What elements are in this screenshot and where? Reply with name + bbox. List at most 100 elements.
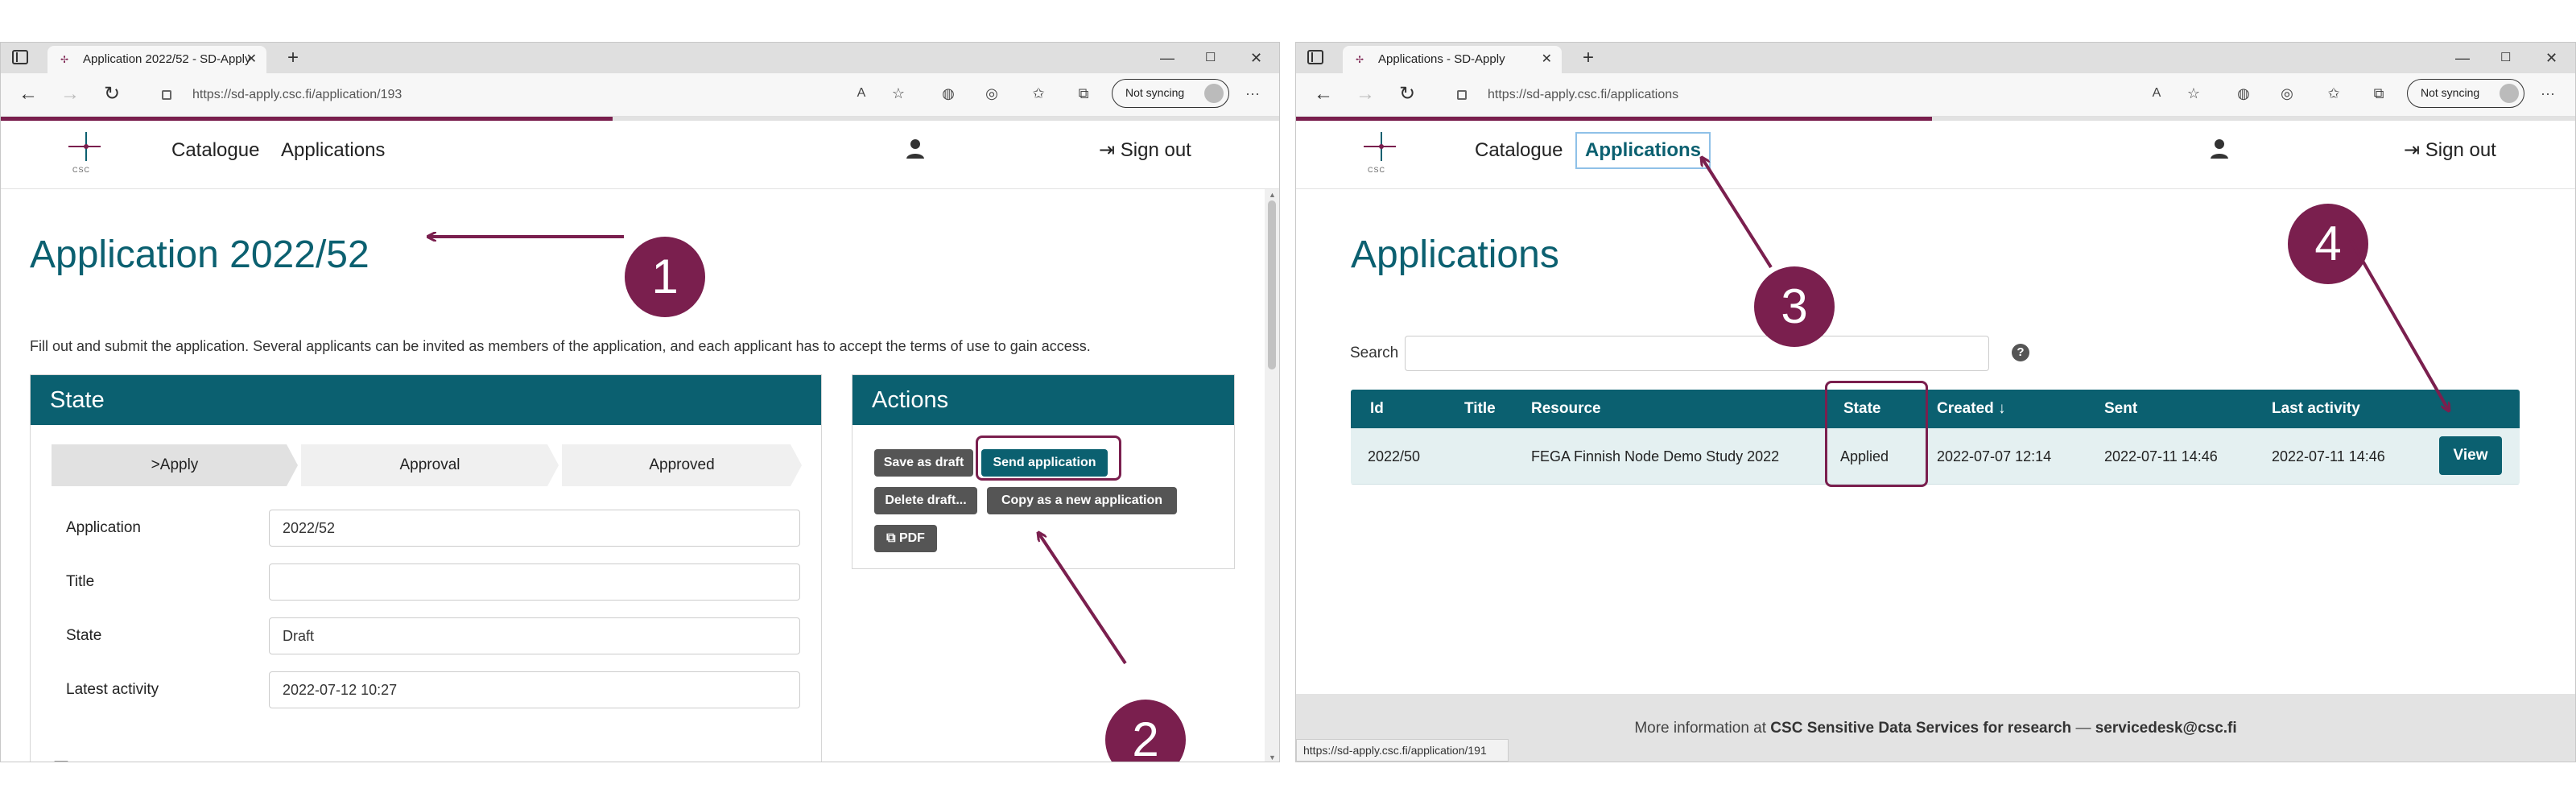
tab-actions-icon[interactable] <box>12 50 28 64</box>
footer-prefix: More information at <box>1634 720 1767 737</box>
field-value <box>269 564 800 601</box>
header-last-activity[interactable]: Last activity <box>2272 390 2360 428</box>
table-row[interactable]: 2022/50 FEGA Finnish Node Demo Study 202… <box>1351 428 2520 485</box>
new-tab-icon[interactable]: + <box>1583 47 1594 68</box>
lock-icon <box>1457 90 1467 100</box>
nav-catalogue-link[interactable]: Catalogue <box>1475 138 1563 163</box>
extension-icon[interactable]: ◎ <box>2278 85 2296 102</box>
sign-out-icon: ⇥ <box>2404 139 2425 161</box>
logo-text: CSC <box>72 166 91 174</box>
scrollbar[interactable]: ▲ ▼ <box>1265 189 1279 762</box>
forward-icon[interactable]: → <box>1356 83 1375 105</box>
field-label: Application <box>66 519 141 536</box>
events-heading: Events <box>52 754 131 762</box>
nav-applications-link[interactable]: Applications <box>1575 132 1711 169</box>
favorites-icon[interactable]: ✩ <box>1030 85 1047 102</box>
extension-globe-icon[interactable]: ◍ <box>2235 85 2252 102</box>
maximize-icon[interactable]: ☐ <box>2500 43 2511 73</box>
forward-icon[interactable]: → <box>60 83 80 105</box>
state-panel: State >Apply Approval Approved Applicati… <box>30 374 822 762</box>
browser-tab[interactable]: ✢ Application 2022/52 - SD-Apply ✕ <box>47 46 266 73</box>
refresh-icon[interactable]: ↻ <box>1399 83 1415 105</box>
more-menu-icon[interactable]: ··· <box>2539 85 2557 102</box>
view-button[interactable]: View <box>2439 436 2502 475</box>
field-state: State Draft <box>63 617 800 654</box>
extension-globe-icon[interactable]: ◍ <box>939 85 957 102</box>
callout-4: 4 <box>2288 204 2368 284</box>
logo-text: CSC <box>1368 166 1386 174</box>
scroll-thumb[interactable] <box>1268 200 1276 369</box>
extension-icon[interactable]: ◎ <box>983 85 1001 102</box>
maximize-icon[interactable]: ☐ <box>1205 43 1216 73</box>
csc-logo[interactable]: CSC <box>65 129 104 174</box>
user-icon[interactable] <box>2208 137 2231 161</box>
back-icon[interactable]: ← <box>19 83 38 105</box>
footer-email[interactable]: servicedesk@csc.fi <box>2095 720 2237 737</box>
site-header: CSC Catalogue Applications ⇥ Sign out <box>1296 121 2575 189</box>
more-menu-icon[interactable]: ··· <box>1244 85 1261 102</box>
field-title: Title <box>63 564 800 601</box>
refresh-icon[interactable]: ↻ <box>104 83 120 105</box>
nav-catalogue-link[interactable]: Catalogue <box>171 138 259 163</box>
close-window-icon[interactable]: ✕ <box>2545 43 2557 73</box>
collections-icon[interactable]: ⧉ <box>2370 85 2388 102</box>
profile-avatar <box>2500 84 2519 103</box>
header-created[interactable]: Created ↓ <box>1937 390 2006 428</box>
scroll-down-icon[interactable]: ▼ <box>1269 753 1276 762</box>
field-label: State <box>66 627 102 644</box>
field-latest-activity: Latest activity 2022-07-12 10:27 <box>63 671 800 708</box>
browser-window-left: ✢ Application 2022/52 - SD-Apply ✕ + — ☐… <box>0 42 1280 762</box>
help-icon[interactable]: ? <box>2012 344 2029 361</box>
scroll-up-icon[interactable]: ▲ <box>1269 191 1276 199</box>
new-tab-icon[interactable]: + <box>287 47 299 68</box>
header-resource[interactable]: Resource <box>1531 390 1601 428</box>
footer-link[interactable]: CSC Sensitive Data Services for research <box>1770 720 2071 737</box>
copy-application-button[interactable]: Copy as a new application <box>987 487 1177 514</box>
pdf-button[interactable]: ⧉ PDF <box>874 525 937 552</box>
profile-avatar <box>1204 84 1224 103</box>
header-id[interactable]: Id <box>1370 390 1384 428</box>
delete-draft-button[interactable]: Delete draft... <box>874 487 977 514</box>
sync-label: Not syncing <box>1125 86 1185 99</box>
close-tab-icon[interactable]: ✕ <box>246 46 257 73</box>
sign-out-label: Sign out <box>1120 139 1191 161</box>
close-tab-icon[interactable]: ✕ <box>1542 46 1552 73</box>
minimize-icon[interactable]: — <box>2455 43 2470 73</box>
favorite-star-icon[interactable]: ☆ <box>2185 85 2202 102</box>
nav-applications-link[interactable]: Applications <box>281 138 385 163</box>
save-draft-button[interactable]: Save as draft <box>874 449 973 477</box>
address-bar-row: ← → ↻ https://sd-apply.csc.fi/applicatio… <box>1 73 1279 117</box>
search-label: Search <box>1350 345 1399 361</box>
header-sent[interactable]: Sent <box>2104 390 2137 428</box>
address-field[interactable]: https://sd-apply.csc.fi/application/193 <box>144 80 804 110</box>
page-title: Application 2022/52 <box>30 233 369 276</box>
address-field[interactable]: https://sd-apply.csc.fi/applications <box>1439 80 2099 110</box>
page-title: Applications <box>1351 233 1559 276</box>
profile-sync-button[interactable]: Not syncing <box>1112 79 1229 108</box>
tab-actions-icon[interactable] <box>1307 50 1323 64</box>
back-icon[interactable]: ← <box>1314 83 1333 105</box>
url-text: https://sd-apply.csc.fi/application/193 <box>192 88 402 101</box>
csc-logo[interactable]: CSC <box>1360 129 1399 174</box>
cell-sent: 2022-07-11 14:46 <box>2104 448 2218 464</box>
read-aloud-icon[interactable]: A <box>2148 85 2165 102</box>
collections-icon[interactable]: ⧉ <box>1075 85 1092 102</box>
sign-out-link[interactable]: ⇥ Sign out <box>2404 138 2496 163</box>
close-window-icon[interactable]: ✕ <box>1250 43 1262 73</box>
browser-tab[interactable]: ✢ Applications - SD-Apply ✕ <box>1343 46 1562 73</box>
user-icon[interactable] <box>904 137 927 161</box>
sign-out-link[interactable]: ⇥ Sign out <box>1099 138 1191 163</box>
callout-3: 3 <box>1754 266 1835 347</box>
sign-out-label: Sign out <box>2425 139 2496 161</box>
read-aloud-icon[interactable]: A <box>852 85 870 102</box>
step-approval: Approval <box>301 444 559 486</box>
sync-label: Not syncing <box>2421 86 2480 99</box>
search-input[interactable] <box>1405 336 1989 371</box>
profile-sync-button[interactable]: Not syncing <box>2407 79 2524 108</box>
sign-out-icon: ⇥ <box>1099 139 1121 161</box>
header-title[interactable]: Title <box>1464 390 1496 428</box>
field-value: 2022/52 <box>269 510 800 547</box>
favorites-icon[interactable]: ✩ <box>2325 85 2343 102</box>
minimize-icon[interactable]: — <box>1160 43 1174 73</box>
favorite-star-icon[interactable]: ☆ <box>890 85 907 102</box>
